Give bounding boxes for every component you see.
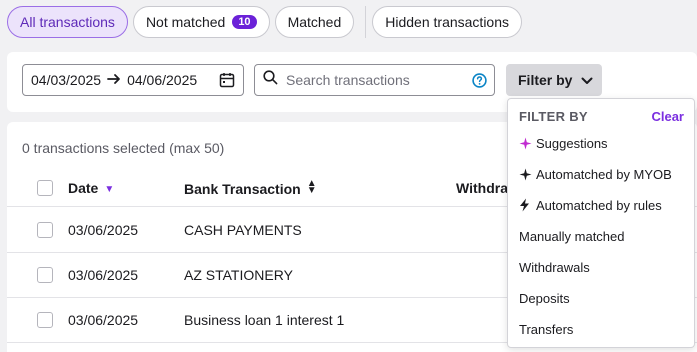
filter-option-automatched-rules[interactable]: Automatched by rules [519,194,662,216]
tab-label: All transactions [20,14,115,30]
filter-by-label: Filter by [518,72,573,88]
filter-option-label: Suggestions [536,135,608,151]
chevron-down-icon [581,72,593,88]
column-label: Bank Transaction [184,181,301,197]
row-bank-transaction: AZ STATIONERY [184,267,293,283]
tab-label: Matched [287,14,342,30]
filter-option-label: Automatched by MYOB [536,166,672,182]
filter-option-label: Transfers [519,321,574,337]
search-input[interactable] [286,72,466,88]
sort-desc-icon: ▼ [104,184,115,195]
sparkle-black-icon [519,168,534,181]
divider [365,6,367,38]
tab-matched[interactable]: Matched [274,6,355,38]
filter-option-suggestions[interactable]: Suggestions [519,132,608,154]
filter-option-label: Manually matched [519,228,625,244]
row-date: 03/06/2025 [68,222,139,238]
row-checkbox[interactable] [37,312,53,328]
selection-info: 0 transactions selected (max 50) [22,140,225,156]
date-to: 04/06/2025 [127,72,198,88]
tab-label: Not matched [145,14,226,30]
tab-not-matched[interactable]: Not matched 10 [132,6,270,38]
row-checkbox[interactable] [37,222,53,238]
sort-icon: ▲ ▼ [306,178,317,196]
tab-label: Hidden transactions [385,14,510,30]
arrow-right-icon [107,72,121,89]
column-label: Withdra [456,180,508,196]
tab-all-transactions[interactable]: All transactions [7,6,128,38]
filter-option-label: Automatched by rules [536,197,662,213]
filter-option-transfers[interactable]: Transfers [519,318,573,340]
help-icon[interactable] [472,73,487,93]
row-checkbox[interactable] [37,267,53,283]
row-bank-transaction: Business loan 1 interest 1 [184,312,345,328]
column-header-date[interactable]: Date ▼ [68,180,114,196]
row-date: 03/06/2025 [68,267,139,283]
search-icon [263,70,278,90]
tab-hidden-transactions[interactable]: Hidden transactions [372,6,523,38]
filter-by-button[interactable]: Filter by [506,64,602,96]
filter-option-manually-matched[interactable]: Manually matched [519,225,625,247]
filter-option-withdrawals[interactable]: Withdrawals [519,256,590,278]
row-date: 03/06/2025 [68,312,139,328]
search-field[interactable] [254,64,495,96]
calendar-icon[interactable] [219,72,235,91]
filter-menu-title: FILTER BY [519,109,588,124]
transaction-tabs: All transactions Not matched 10 Matched … [7,6,527,38]
filter-dropdown: FILTER BY Clear Suggestions Automatched … [507,98,695,348]
filter-option-automatched-myob[interactable]: Automatched by MYOB [519,163,672,185]
column-label: Date [68,180,99,196]
column-header-bank-transaction[interactable]: Bank Transaction ▲ ▼ [184,178,317,198]
date-from: 04/03/2025 [31,72,102,88]
count-badge: 10 [232,15,257,29]
filter-option-deposits[interactable]: Deposits [519,287,570,309]
sparkle-purple-icon [519,137,534,150]
select-all-checkbox[interactable] [37,180,53,196]
date-range-picker[interactable]: 04/03/2025 04/06/2025 [22,64,244,96]
lightning-icon [519,198,534,212]
clear-filters-link[interactable]: Clear [651,109,684,124]
column-header-withdrawals[interactable]: Withdra [456,180,508,196]
filter-option-label: Withdrawals [519,259,590,275]
row-bank-transaction: CASH PAYMENTS [184,222,302,238]
filter-option-label: Deposits [519,290,570,306]
